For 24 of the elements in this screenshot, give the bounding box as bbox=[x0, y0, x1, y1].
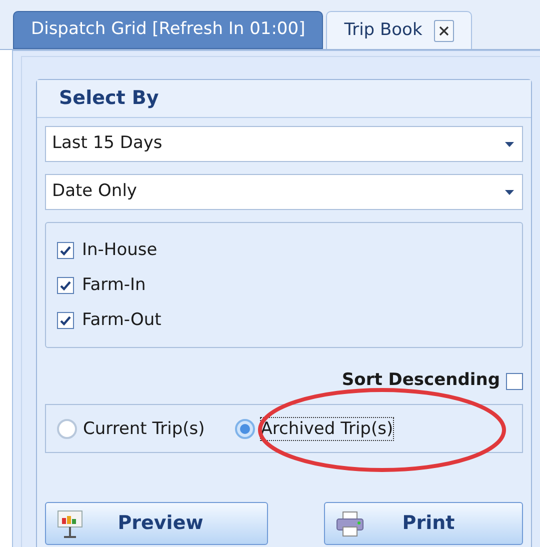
close-icon[interactable] bbox=[434, 20, 454, 42]
preview-button[interactable]: Preview bbox=[45, 502, 268, 545]
sort-label: Sort Descending bbox=[342, 369, 500, 392]
tab[interactable]: Trip Book bbox=[326, 11, 472, 49]
radio-label: Archived Trip(s) bbox=[260, 418, 394, 440]
checkbox[interactable] bbox=[57, 242, 74, 258]
print-button[interactable]: Print bbox=[324, 502, 523, 545]
checkbox[interactable] bbox=[57, 312, 74, 328]
radio-button[interactable] bbox=[234, 418, 255, 438]
dropdown[interactable]: Date Only bbox=[45, 174, 523, 210]
checkbox-label: In-House bbox=[82, 240, 158, 260]
checkbox[interactable] bbox=[57, 276, 74, 294]
tab[interactable]: Dispatch Grid [Refresh In 01:00] bbox=[13, 11, 324, 49]
printer-icon bbox=[335, 510, 365, 538]
checkbox-label: Farm-Out bbox=[82, 310, 162, 330]
checkbox-label: Farm-In bbox=[82, 275, 146, 295]
checkbox[interactable] bbox=[506, 372, 523, 390]
group-title: Select By bbox=[59, 86, 159, 112]
dropdown-arrow-icon bbox=[505, 142, 514, 146]
dropdown[interactable]: Last 15 Days bbox=[45, 126, 523, 162]
radio-button[interactable] bbox=[57, 418, 77, 438]
easel-chart-icon bbox=[56, 508, 84, 538]
radio-label: Current Trip(s) bbox=[83, 418, 205, 440]
dropdown-arrow-icon bbox=[505, 190, 514, 194]
